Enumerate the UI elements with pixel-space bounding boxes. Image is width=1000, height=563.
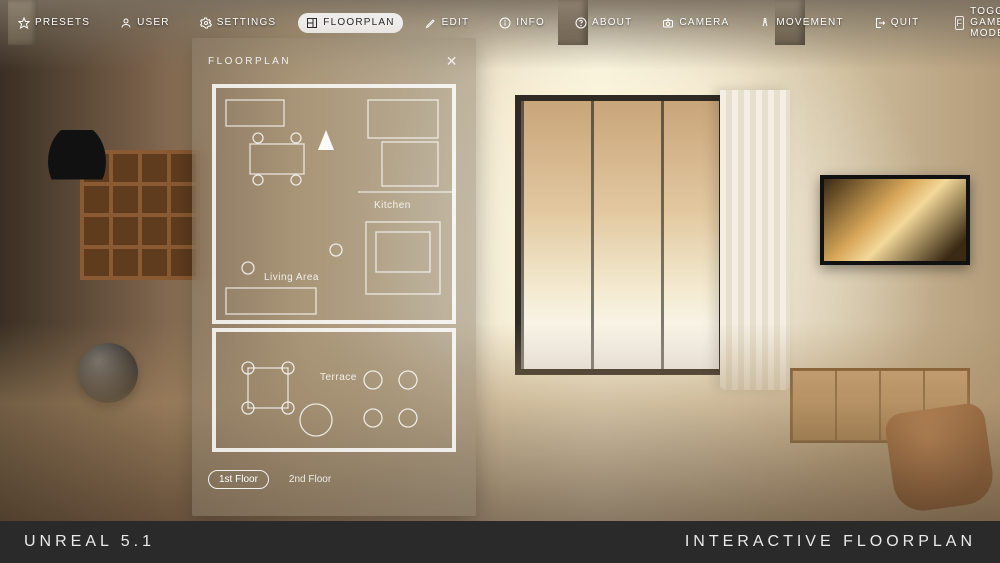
top-menu: PRESETS USER SETTINGS FLOORPLAN EDIT INF… xyxy=(10,6,990,39)
menu-edit-label: EDIT xyxy=(442,17,470,28)
menu-quit[interactable]: QUIT xyxy=(866,13,928,33)
scene-render xyxy=(0,0,1000,563)
menu-camera-label: CAMERA xyxy=(679,17,729,28)
star-icon xyxy=(18,17,30,29)
gear-icon xyxy=(200,17,212,29)
wall-tv xyxy=(820,175,970,265)
menu-info[interactable]: INFO xyxy=(491,13,553,33)
camera-icon xyxy=(662,17,674,29)
menu-presets[interactable]: PRESETS xyxy=(10,13,98,33)
footer-engine: UNREAL 5.1 xyxy=(24,533,155,551)
menu-edit[interactable]: EDIT xyxy=(417,13,478,33)
toggle-game-mode[interactable]: F TOGGLE GAME MODE xyxy=(955,6,1000,39)
user-icon xyxy=(120,17,132,29)
key-f-icon: F xyxy=(955,16,964,30)
menu-info-label: INFO xyxy=(516,17,545,28)
floor-tabs: 1st Floor 2nd Floor xyxy=(208,470,460,489)
menu-settings-label: SETTINGS xyxy=(217,17,277,28)
floorplan-icon xyxy=(306,17,318,29)
menu-about[interactable]: ABOUT xyxy=(567,13,640,33)
menu-camera[interactable]: CAMERA xyxy=(654,13,737,33)
floorplan-panel: FLOORPLAN ✕ xyxy=(192,38,476,516)
pencil-icon xyxy=(425,17,437,29)
room-label-living: Living Area xyxy=(264,272,319,283)
menu-user[interactable]: USER xyxy=(112,13,178,33)
menu-floorplan-label: FLOORPLAN xyxy=(323,17,394,28)
floor-tab-2nd[interactable]: 2nd Floor xyxy=(279,471,341,488)
menu-user-label: USER xyxy=(137,17,170,28)
menu-quit-label: QUIT xyxy=(891,17,920,28)
close-icon[interactable]: ✕ xyxy=(446,54,460,68)
menu-movement[interactable]: MOVEMENT xyxy=(751,13,851,33)
room-label-kitchen: Kitchen xyxy=(374,200,411,211)
menu-floorplan[interactable]: FLOORPLAN xyxy=(298,13,402,33)
footer-title: INTERACTIVE FLOORPLAN xyxy=(685,533,976,551)
movement-icon xyxy=(759,17,771,29)
floor-reflection xyxy=(0,323,1000,523)
panel-header: FLOORPLAN ✕ xyxy=(208,54,460,68)
question-icon xyxy=(575,17,587,29)
menu-movement-label: MOVEMENT xyxy=(776,17,843,28)
toggle-game-mode-label: TOGGLE GAME MODE xyxy=(970,6,1000,39)
menu-about-label: ABOUT xyxy=(592,17,632,28)
floorplan-diagram[interactable]: Kitchen Living Area Terrace xyxy=(208,80,460,458)
menu-presets-label: PRESETS xyxy=(35,17,90,28)
floor-tab-1st[interactable]: 1st Floor xyxy=(208,470,269,489)
exit-icon xyxy=(874,17,886,29)
info-icon xyxy=(499,17,511,29)
menu-settings[interactable]: SETTINGS xyxy=(192,13,285,33)
room-label-terrace: Terrace xyxy=(320,372,357,383)
panel-title: FLOORPLAN xyxy=(208,56,291,67)
footer-bar: UNREAL 5.1 INTERACTIVE FLOORPLAN xyxy=(0,521,1000,563)
